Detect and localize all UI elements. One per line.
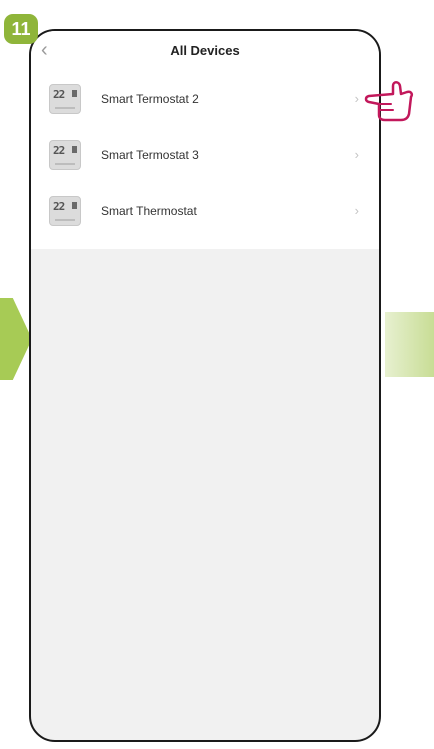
device-name: Smart Termostat 2 — [101, 92, 199, 106]
chevron-right-icon: › — [354, 91, 359, 106]
thermostat-icon: 22 — [49, 84, 81, 114]
device-name: Smart Thermostat — [101, 204, 197, 218]
device-row[interactable]: 22 Smart Termostat 3 › — [31, 127, 379, 183]
thermostat-display-digits: 22 — [53, 200, 65, 213]
device-row[interactable]: 22 Smart Thermostat › — [31, 183, 379, 239]
page-title: All Devices — [170, 43, 240, 58]
chevron-right-icon: › — [354, 147, 359, 162]
thermostat-display-digits: 22 — [53, 144, 65, 157]
chevron-right-icon: › — [354, 203, 359, 218]
right-arrow-decoration — [385, 312, 434, 377]
hand-pointer-icon — [364, 81, 414, 122]
left-arrow-decoration — [0, 298, 32, 380]
device-name: Smart Termostat 3 — [101, 148, 199, 162]
thermostat-display-digits: 22 — [53, 88, 65, 101]
device-row[interactable]: 22 Smart Termostat 2 › — [31, 71, 379, 127]
step-number-badge: 11 — [4, 14, 38, 44]
app-header: ‹ All Devices — [31, 31, 379, 71]
device-list: 22 Smart Termostat 2 › 22 Smart Termosta… — [31, 71, 379, 249]
phone-frame: ‹ All Devices 22 Smart Termostat 2 › 22 … — [29, 29, 381, 742]
thermostat-icon: 22 — [49, 140, 81, 170]
thermostat-icon: 22 — [49, 196, 81, 226]
